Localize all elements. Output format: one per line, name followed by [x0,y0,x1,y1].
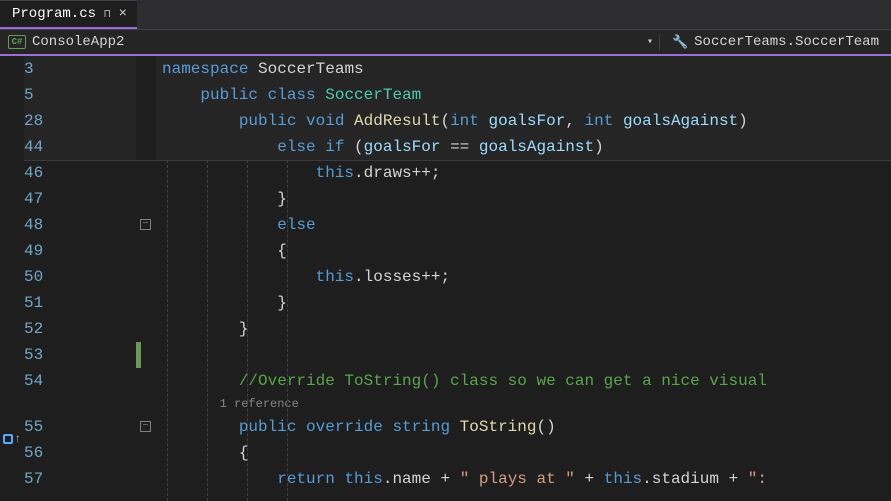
code-line[interactable]: { [156,440,891,466]
line-number: 53 [24,342,136,368]
line-number: 48 [24,212,136,238]
tab-bar: Program.cs ⊓ × [0,0,891,30]
code-line[interactable]: //Override ToString() class so we can ge… [156,368,891,394]
code-line[interactable]: this.draws++; [156,160,891,186]
code-line[interactable]: public override string ToString() [156,414,891,440]
code-line[interactable]: else [156,212,891,238]
override-indicator[interactable]: ↑ [3,434,21,444]
navigation-bar: C# ConsoleApp2 ▾ 🔧 SoccerTeams.SoccerTea… [0,30,891,56]
line-number: 50 [24,264,136,290]
close-icon[interactable]: × [119,6,127,22]
line-number: 52 [24,316,136,342]
line-number: 3 [24,56,136,82]
line-number: 51 [24,290,136,316]
csharp-icon: C# [8,35,26,49]
wrench-icon: 🔧 [672,35,688,50]
fold-toggle[interactable]: − [140,219,151,230]
project-name: ConsoleApp2 [32,34,124,50]
sticky-line: namespace SoccerTeams [156,56,891,82]
symbol-name: SoccerTeams.SoccerTeam [694,34,879,50]
line-number: 54 [24,368,136,394]
line-number: 55 [24,414,136,440]
line-number: 56 [24,440,136,466]
line-number: 5 [24,82,136,108]
sticky-line: public class SoccerTeam [156,82,891,108]
tab-program-cs[interactable]: Program.cs ⊓ × [0,0,137,29]
line-number: 57 [24,466,136,492]
tab-filename: Program.cs [12,6,96,22]
code-line[interactable]: } [156,316,891,342]
code-line[interactable]: this.losses++; [156,264,891,290]
code-line[interactable]: return this.name + " plays at " + this.s… [156,466,891,492]
line-number: 49 [24,238,136,264]
codelens-references[interactable]: 1 reference [156,394,299,414]
glyph-margin: ↑ [0,56,24,501]
code-editor[interactable]: ↑ 3 namespace SoccerTeams 5 public class… [0,56,891,501]
code-line[interactable]: { [156,238,891,264]
change-indicator [136,342,141,368]
sticky-line: public void AddResult(int goalsFor, int … [156,108,891,134]
code-line[interactable] [156,342,891,368]
chevron-down-icon[interactable]: ▾ [641,36,659,48]
sticky-line: else if (goalsFor == goalsAgainst) [156,134,891,160]
line-number [24,394,136,414]
pin-icon[interactable]: ⊓ [104,7,111,21]
line-number: 46 [24,160,136,186]
sticky-scroll[interactable]: 3 namespace SoccerTeams 5 public class S… [24,56,891,160]
arrow-up-icon: ↑ [14,434,21,444]
line-number: 44 [24,134,136,160]
project-dropdown[interactable]: C# ConsoleApp2 [0,34,641,50]
symbol-dropdown[interactable]: 🔧 SoccerTeams.SoccerTeam [659,34,891,50]
override-icon [3,434,13,444]
code-line[interactable]: } [156,186,891,212]
code-line[interactable]: } [156,290,891,316]
line-number: 28 [24,108,136,134]
line-number: 47 [24,186,136,212]
fold-toggle[interactable]: − [140,421,151,432]
